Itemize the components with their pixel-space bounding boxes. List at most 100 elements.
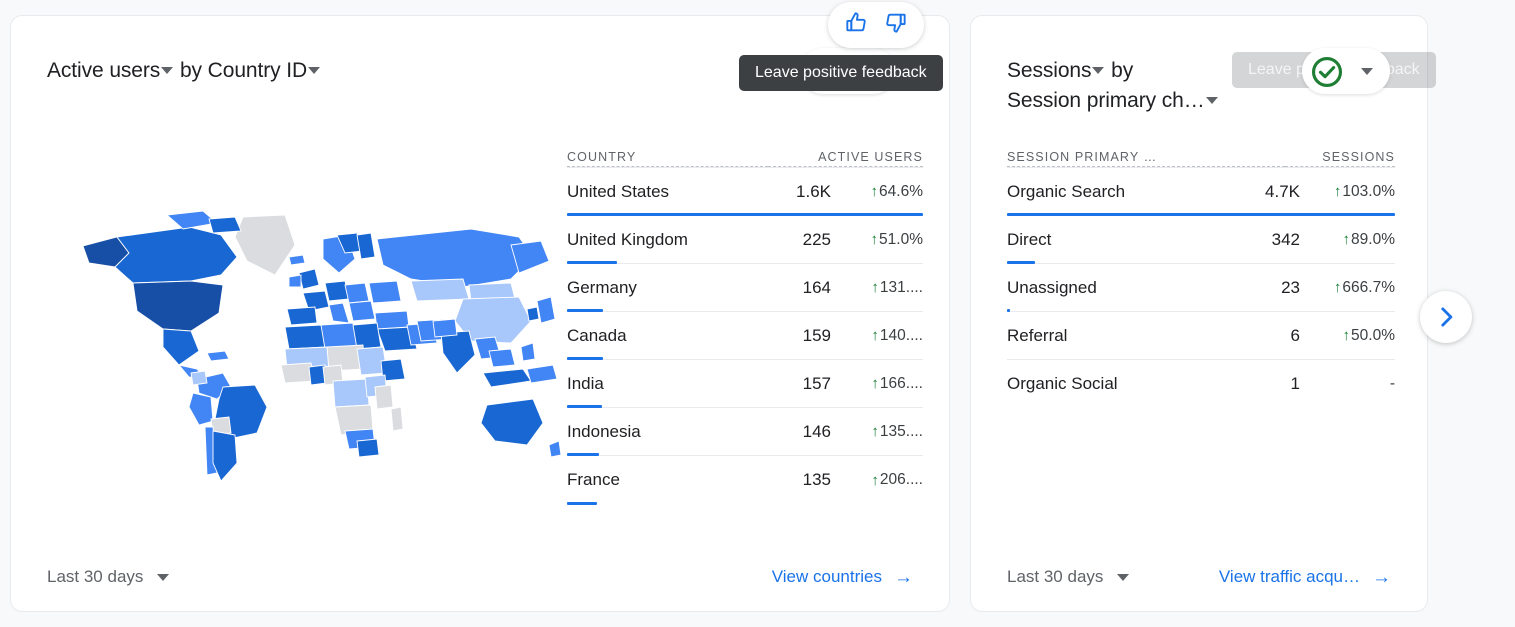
row-dimension-label: Referral: [1007, 325, 1068, 345]
row-change-label: 166....: [879, 374, 923, 392]
row-change-value: ↑ 140....: [831, 327, 923, 345]
row-change-value: ↑ 89.0%: [1300, 231, 1395, 249]
table-row[interactable]: Indonesia 146 ↑ 135....: [567, 408, 923, 456]
row-dimension-label: United States: [567, 181, 670, 201]
arrow-right-icon: →: [1372, 567, 1391, 587]
column-header-country[interactable]: COUNTRY: [567, 150, 768, 167]
row-dimension-label: United Kingdom: [567, 229, 688, 249]
row-change-label: -: [1389, 375, 1395, 392]
chevron-down-icon[interactable]: [157, 573, 170, 581]
row-change-value: ↑ 51.0%: [831, 231, 923, 249]
row-metric-value: 4.7K: [1265, 181, 1300, 201]
row-metric-value: 146: [802, 421, 831, 441]
chevron-down-icon[interactable]: [1361, 67, 1373, 75]
row-change-value: ↑ 666.7%: [1300, 279, 1395, 297]
view-countries-link[interactable]: View countries →: [772, 567, 913, 587]
row-dimension-label: India: [567, 373, 604, 393]
next-card-button[interactable]: [1420, 291, 1472, 343]
arrow-up-icon: ↑: [871, 471, 879, 489]
row-change-label: 64.6%: [879, 182, 923, 200]
thumb-down-icon[interactable]: [883, 10, 908, 40]
dimension-selector-label[interactable]: Session primary ch…: [1007, 89, 1205, 112]
arrow-up-icon: ↑: [1333, 183, 1342, 200]
table-row[interactable]: Canada 159 ↑ 140....: [567, 312, 923, 360]
dashboard-cards-area: Active users by Country ID COUNTRY ACTIV…: [0, 0, 1515, 627]
row-change-value: ↑ 103.0%: [1300, 183, 1395, 201]
table-row[interactable]: Unassigned 23 ↑ 666.7%: [1007, 264, 1395, 312]
table-header-row: SESSION PRIMARY … SESSIONS: [1007, 134, 1395, 168]
arrow-up-icon: ↑: [1342, 327, 1351, 344]
row-change-value: -: [1300, 375, 1395, 393]
chevron-down-icon[interactable]: [1092, 67, 1105, 74]
metric-selector-label[interactable]: Sessions: [1007, 59, 1092, 82]
chevron-down-icon[interactable]: [1117, 573, 1130, 581]
table-header-row: COUNTRY ACTIVE USERS: [567, 134, 923, 168]
row-dimension-label: Organic Search: [1007, 181, 1126, 201]
view-traffic-label: View traffic acqu…: [1218, 567, 1360, 586]
row-change-label: 206....: [879, 471, 923, 488]
table-row[interactable]: United States 1.6K ↑ 64.6%: [567, 168, 923, 216]
arrow-up-icon: ↑: [871, 327, 879, 344]
table-row[interactable]: Germany 164 ↑ 131....: [567, 264, 923, 312]
dimension-selector-label[interactable]: Country ID: [208, 59, 307, 82]
column-header-active-users[interactable]: ACTIVE USERS: [768, 150, 923, 167]
by-label: by: [179, 59, 202, 82]
row-change-value: ↑ 135....: [831, 423, 923, 441]
card-sessions-by-channel: Sessions by Session primary ch… SESSION …: [970, 15, 1428, 612]
row-metric-value: 164: [802, 277, 831, 297]
row-dimension-label: France: [567, 470, 620, 489]
card-title-active-users: Active users by Country ID: [47, 56, 321, 86]
card-active-users-by-country: Active users by Country ID COUNTRY ACTIV…: [10, 15, 950, 612]
view-traffic-acquisition-link[interactable]: View traffic acqu… →: [1219, 567, 1391, 587]
row-change-label: 666.7%: [1342, 278, 1395, 296]
table-body: United States 1.6K ↑ 64.6% United Kingdom 225…: [567, 168, 923, 505]
row-dimension-label: Unassigned: [1007, 277, 1097, 297]
by-label: by: [1111, 59, 1134, 82]
arrow-up-icon: ↑: [870, 183, 879, 200]
date-range-label: Last 30 days: [1007, 567, 1104, 586]
channel-table: SESSION PRIMARY … SESSIONS Organic Searc…: [1007, 134, 1395, 408]
table-row[interactable]: India 157 ↑ 166....: [567, 360, 923, 408]
country-table: COUNTRY ACTIVE USERS United States 1.6K ↑ 6…: [567, 134, 923, 505]
table-row[interactable]: Organic Search 4.7K ↑ 103.0%: [1007, 168, 1395, 216]
column-header-sessions[interactable]: SESSIONS: [1285, 150, 1395, 167]
row-change-value: ↑ 64.6%: [831, 183, 923, 201]
date-range-selector-right[interactable]: Last 30 days: [1007, 567, 1130, 587]
thumb-up-icon[interactable]: [844, 10, 869, 40]
card-footer-right: Last 30 days View traffic acqu… →: [971, 567, 1427, 587]
row-metric-value: 6: [1290, 325, 1300, 345]
world-map-choropleth[interactable]: [71, 201, 561, 491]
arrow-up-icon: ↑: [870, 231, 879, 248]
row-metric-value: 1.6K: [796, 181, 831, 201]
table-row[interactable]: United Kingdom 225 ↑ 51.0%: [567, 216, 923, 264]
table-row[interactable]: Direct 342 ↑ 89.0%: [1007, 216, 1395, 264]
check-circle-icon: [1310, 55, 1344, 89]
row-change-label: 89.0%: [1351, 230, 1395, 248]
row-metric-value: 1: [1290, 374, 1300, 393]
row-change-label: 103.0%: [1342, 182, 1395, 200]
view-countries-label: View countries: [771, 567, 882, 586]
table-row[interactable]: Referral 6 ↑ 50.0%: [1007, 312, 1395, 360]
chevron-down-icon[interactable]: [308, 67, 321, 74]
arrow-up-icon: ↑: [871, 375, 879, 392]
row-change-value: ↑ 131....: [831, 279, 923, 297]
arrow-right-icon: →: [894, 567, 913, 587]
arrow-up-icon: ↑: [871, 279, 879, 296]
card-footer-left: Last 30 days View countries →: [11, 567, 949, 587]
row-dimension-label: Canada: [567, 325, 627, 345]
row-metric-value: 159: [802, 325, 831, 345]
arrow-up-icon: ↑: [1342, 231, 1351, 248]
table-row[interactable]: Organic Social 1 -: [1007, 360, 1395, 408]
column-header-session-primary-channel[interactable]: SESSION PRIMARY …: [1007, 150, 1285, 167]
row-dimension-label: Direct: [1007, 229, 1052, 249]
chevron-down-icon[interactable]: [1205, 97, 1218, 104]
metric-selector-label[interactable]: Active users: [47, 59, 160, 82]
chevron-down-icon[interactable]: [161, 67, 174, 74]
chevron-right-icon: [1441, 307, 1453, 327]
arrow-up-icon: ↑: [871, 423, 879, 440]
row-metric-value: 342: [1271, 229, 1300, 249]
table-row[interactable]: France 135 ↑ 206....: [567, 456, 923, 505]
row-dimension-label: Organic Social: [1007, 374, 1118, 393]
row-metric-value: 23: [1281, 277, 1300, 297]
date-range-selector-left[interactable]: Last 30 days: [47, 567, 170, 587]
